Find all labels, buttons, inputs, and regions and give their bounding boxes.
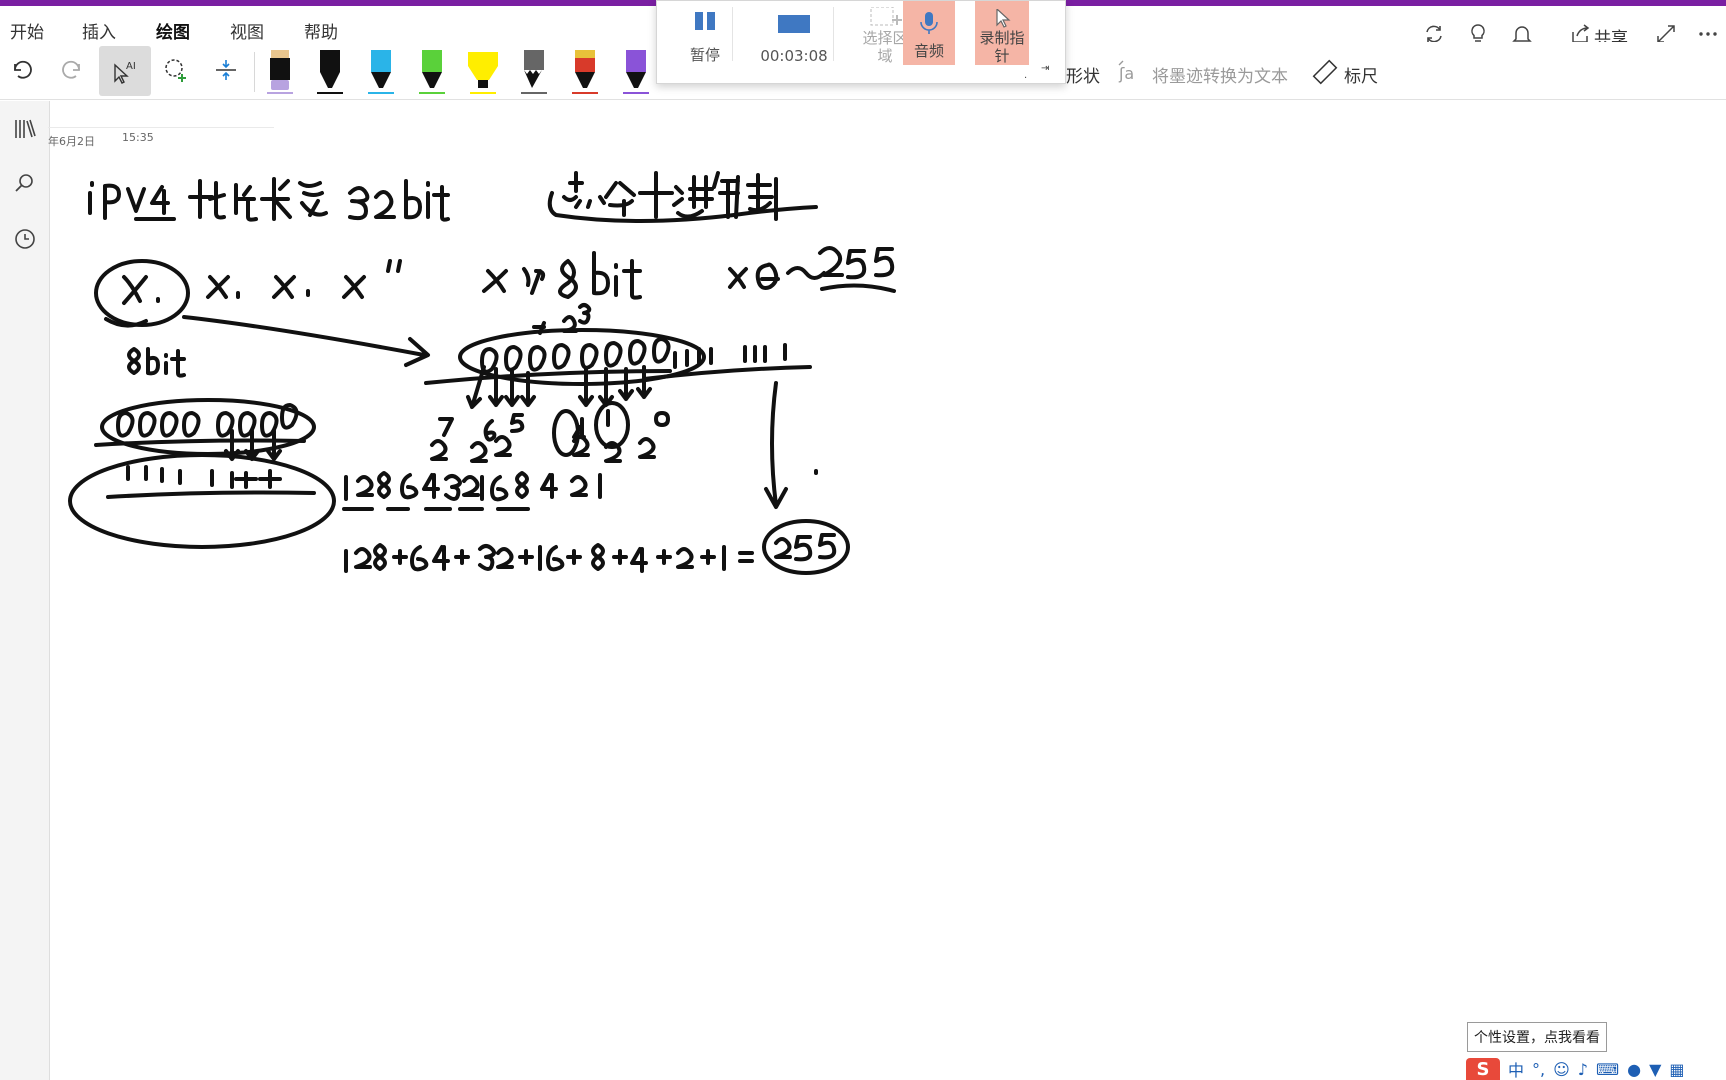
panel-dot-icon: · [1024, 73, 1028, 84]
notebooks-icon[interactable] [7, 111, 43, 147]
tab-home[interactable]: 开始 [10, 18, 44, 43]
tab-help[interactable]: 帮助 [304, 18, 338, 43]
tab-view[interactable]: 视图 [230, 18, 264, 43]
ink-binary-byte-left [94, 398, 316, 461]
microphone-icon [920, 12, 938, 34]
recent-clock-icon[interactable] [7, 221, 43, 257]
tab-draw-label: 绘图 [156, 23, 190, 43]
ink-x-dot-notation [94, 251, 642, 328]
navigation-sidebar [0, 101, 50, 1080]
undo-icon [14, 60, 32, 79]
keyboard-icon[interactable]: ⌨ [1596, 1060, 1619, 1079]
audio-label: 音频 [913, 42, 944, 60]
audio-button[interactable]: 音频 [903, 1, 955, 65]
ime-toolbar: S 中 °, ☺ ♪ ⌨ ● ▼ ▦ [1466, 1058, 1726, 1080]
redo-button[interactable] [52, 50, 92, 90]
sogou-logo-icon[interactable]: S [1466, 1058, 1500, 1080]
toolbox-icon[interactable]: ▦ [1669, 1060, 1684, 1079]
stop-icon [778, 15, 810, 33]
record-pointer-label: 录制指针 [979, 29, 1025, 65]
svg-text:ʃa: ʃa [1118, 64, 1134, 83]
pause-label: 暂停 [689, 46, 720, 64]
tab-draw[interactable]: 绘图 [156, 18, 190, 47]
voice-microphone-icon[interactable]: ♪ [1578, 1060, 1588, 1079]
onenote-window: 开始 插入 绘图 视图 帮助 共享 AI 形状 ʃa 将墨迹转换为文本 标尺 暂… [0, 0, 1726, 1080]
ink-to-shape-button[interactable]: 形状 [1066, 62, 1100, 87]
insert-space-icon [216, 60, 236, 80]
type-select-tool[interactable]: AI [99, 46, 151, 96]
user-icon[interactable]: ● [1627, 1060, 1641, 1079]
select-area-icon [870, 7, 902, 26]
ruler-button[interactable]: 标尺 [1344, 62, 1378, 87]
rec-divider [732, 7, 733, 61]
select-cursor-icon: AI [114, 61, 136, 84]
highlighter-yellow-tool[interactable] [466, 46, 500, 96]
pen-cyan-tool[interactable] [364, 46, 398, 96]
pen-black-tool[interactable] [313, 46, 347, 96]
pointer-icon [996, 9, 1011, 28]
ink-ones-left [68, 453, 336, 549]
skin-shirt-icon[interactable]: ▼ [1649, 1060, 1661, 1079]
ink-binary-byte-middle [424, 303, 706, 386]
record-pointer-button[interactable]: 录制指针 [975, 1, 1029, 65]
ruler-icon [1304, 52, 1344, 92]
ime-mode-toggle[interactable]: 中 [1508, 1057, 1524, 1080]
ink-sum-equation [344, 519, 850, 575]
ink-canvas[interactable] [50, 101, 1726, 1080]
redo-icon [62, 60, 80, 79]
pause-icon [695, 12, 715, 30]
ink-weights-row [342, 471, 602, 511]
lasso-select-tool[interactable] [156, 50, 196, 90]
eraser-tool[interactable] [263, 46, 297, 96]
ink-arrow-to-byte [182, 315, 430, 367]
pen-green-tool[interactable] [415, 46, 449, 96]
emoji-icon[interactable]: ☺ [1553, 1060, 1570, 1079]
recording-timer: 00:03:08 [760, 47, 828, 65]
pin-icon[interactable]: ⇥ [1041, 63, 1049, 74]
ink-to-text-button[interactable]: 将墨迹转换为文本 [1152, 62, 1288, 87]
ime-tooltip[interactable]: 个性设置，点我看看 [1467, 1022, 1607, 1052]
tab-insert[interactable]: 插入 [82, 18, 116, 43]
add-space-tool[interactable] [206, 50, 246, 90]
pause-button[interactable]: 暂停 [661, 1, 749, 65]
stop-button[interactable]: 00:03:08 [741, 1, 847, 65]
search-icon[interactable] [7, 165, 43, 201]
punctuation-icon[interactable]: °, [1532, 1060, 1545, 1079]
svg-text:AI: AI [126, 61, 136, 72]
pen-red-tool[interactable] [568, 46, 602, 96]
ink-8bit-label [127, 347, 186, 378]
undo-button[interactable] [2, 50, 42, 90]
recording-panel: 暂停 00:03:08 选择区域 音频 录制指针 ⇥ · [656, 0, 1066, 84]
ink-dotted-decimal [547, 171, 818, 223]
rec-divider [833, 7, 834, 61]
pen-purple-tool[interactable] [619, 46, 653, 96]
ink-range-0-to-255 [728, 246, 896, 293]
toolbar-divider [254, 52, 255, 92]
pencil-gray-tool[interactable] [517, 46, 551, 96]
ink-ipv4-address-length [88, 177, 450, 222]
ink-powers-of-two [430, 401, 670, 463]
ink-to-text-icon: ʃa [1112, 52, 1152, 92]
lasso-icon [165, 59, 186, 82]
